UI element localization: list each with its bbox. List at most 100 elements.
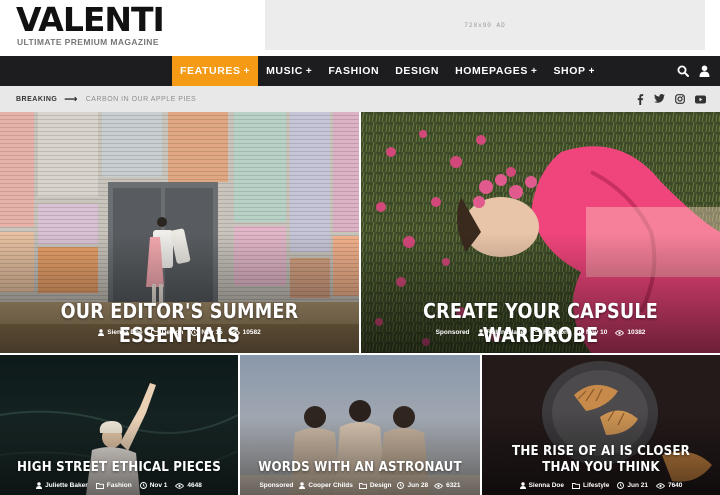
sponsored-label: Sponsored (259, 482, 294, 489)
post-date: Nov 1 (139, 482, 168, 489)
eye-icon (175, 482, 185, 489)
clock-icon (617, 482, 625, 489)
post-meta: Sponsored Robin Blake Fashion Nov 10 103… (361, 329, 720, 336)
nav-item-label: FEATURES (180, 65, 241, 77)
post-title[interactable]: WORDS WITH AN ASTRONAUT (254, 459, 465, 475)
nav-tools (677, 56, 710, 86)
category-name: Design (161, 329, 184, 336)
featured-post-card[interactable]: OUR EDITOR'S SUMMER ESSENTIALS Sienna Do… (0, 112, 359, 353)
post-category[interactable]: Fashion (532, 329, 568, 336)
views-count: 10582 (242, 329, 261, 336)
post-category[interactable]: Design (358, 482, 391, 489)
nav-item-homepages[interactable]: HOMEPAGES + (447, 56, 545, 86)
author-name: Cooper Childs (308, 482, 353, 489)
social-links (636, 86, 706, 112)
category-name: Fashion (543, 329, 569, 336)
views-count: 10382 (627, 329, 646, 336)
eye-icon (655, 482, 665, 489)
eye-icon (615, 329, 625, 336)
nav-item-shop[interactable]: SHOP + (545, 56, 603, 86)
post-author[interactable]: Sienna Doe (519, 482, 564, 489)
facebook-icon[interactable] (636, 93, 644, 105)
ad-label: 728x90 AD (464, 21, 506, 29)
post-title[interactable]: THE RISE OF AI IS CLOSER THAN YOU THINK (496, 443, 705, 475)
post-meta: Sienna Doe Design Nov 15 10582 (0, 329, 359, 336)
twitter-icon[interactable] (654, 94, 665, 104)
featured-post-card[interactable]: THE RISE OF AI IS CLOSER THAN YOU THINK … (482, 355, 720, 495)
author-name: Juliette Baker (45, 482, 88, 489)
youtube-icon[interactable] (695, 95, 706, 104)
folder-icon (95, 482, 104, 489)
nav-item-features[interactable]: FEATURES + (172, 56, 259, 86)
post-author[interactable]: Robin Blake (477, 329, 525, 336)
user-icon[interactable] (699, 65, 710, 77)
folder-icon (358, 482, 367, 489)
eye-icon (434, 482, 444, 489)
post-title[interactable]: OUR EDITOR'S SUMMER ESSENTIALS (22, 299, 338, 347)
views-count: 7640 (667, 482, 683, 489)
post-category[interactable]: Fashion (95, 482, 132, 489)
post-views: 7640 (655, 482, 683, 489)
author-icon (299, 482, 306, 489)
views-count: 6321 (446, 482, 461, 489)
category-name: Fashion (106, 482, 132, 489)
featured-post-card[interactable]: HIGH STREET ETHICAL PIECES Juliette Bake… (0, 355, 238, 495)
breaking-ticker: BREAKING ⟶ CARBON IN OUR APPLE PIES (16, 86, 196, 112)
date-text: Nov 10 (586, 329, 608, 336)
nav-item-label: DESIGN (395, 65, 440, 77)
post-author[interactable]: Cooper Childs (299, 482, 353, 489)
featured-post-card[interactable]: CREATE YOUR CAPSULE WARDROBE Sponsored R… (361, 112, 720, 353)
search-icon[interactable] (677, 65, 689, 77)
folder-icon (150, 329, 159, 336)
nav-item-label: HOMEPAGES (455, 65, 528, 77)
featured-post-card[interactable]: WORDS WITH AN ASTRONAUT Sponsored Cooper… (240, 355, 480, 495)
date-text: Nov 1 (149, 482, 168, 489)
post-author[interactable]: Juliette Baker (36, 482, 88, 489)
instagram-icon[interactable] (675, 94, 685, 104)
date-text: Nov 15 (201, 329, 223, 336)
site-logo[interactable]: VALENTI ULTIMATE PREMIUM MAGAZINE (16, 0, 165, 48)
author-name: Robin Blake (486, 329, 525, 336)
nav-item-fashion[interactable]: FASHION (320, 56, 387, 86)
nav-item-design[interactable]: DESIGN (387, 56, 447, 86)
submenu-plus-icon: + (530, 65, 538, 77)
post-views: 6321 (434, 482, 461, 489)
author-name: Sienna Doe (107, 329, 143, 336)
post-views: 10382 (615, 329, 645, 336)
submenu-plus-icon: + (588, 65, 596, 77)
date-text: Jun 21 (627, 482, 648, 489)
submenu-plus-icon: + (305, 65, 313, 77)
folder-icon (572, 482, 580, 489)
breaking-headline[interactable]: CARBON IN OUR APPLE PIES (86, 96, 196, 103)
author-icon (98, 329, 105, 336)
author-icon (477, 329, 484, 336)
clock-icon (397, 482, 405, 489)
author-name: Sienna Doe (528, 482, 564, 489)
post-title[interactable]: CREATE YOUR CAPSULE WARDROBE (383, 299, 699, 347)
post-author[interactable]: Sienna Doe (98, 329, 143, 336)
main-navigation: FEATURES + MUSIC + FASHION DESIGN HOMEPAGE… (0, 56, 720, 86)
logo-title: VALENTI (16, 0, 165, 39)
views-count: 4648 (187, 482, 202, 489)
date-text: Jun 28 (407, 482, 429, 489)
logo-tagline: ULTIMATE PREMIUM MAGAZINE (17, 37, 159, 47)
post-category[interactable]: Design (150, 329, 184, 336)
post-title[interactable]: HIGH STREET ETHICAL PIECES (14, 459, 223, 475)
post-meta: Sienna Doe Lifestyle Jun 21 7640 (482, 482, 720, 489)
author-icon (519, 482, 526, 489)
clock-icon (139, 482, 147, 489)
post-date: Nov 10 (576, 329, 607, 336)
nav-item-label: SHOP (553, 65, 586, 77)
category-name: Lifestyle (582, 482, 610, 489)
clock-icon (191, 329, 199, 336)
nav-item-music[interactable]: MUSIC + (258, 56, 320, 86)
breaking-label: BREAKING (16, 95, 58, 103)
post-views: 10582 (230, 329, 261, 336)
post-category[interactable]: Lifestyle (572, 482, 609, 489)
sponsored-label: Sponsored (435, 329, 470, 336)
folder-icon (532, 329, 541, 336)
submenu-plus-icon: + (243, 65, 251, 77)
ad-banner[interactable]: 728x90 AD (265, 0, 705, 50)
post-meta: Juliette Baker Fashion Nov 1 4648 (0, 482, 238, 489)
nav-menu: FEATURES + MUSIC + FASHION DESIGN HOMEPAGE… (172, 56, 603, 86)
